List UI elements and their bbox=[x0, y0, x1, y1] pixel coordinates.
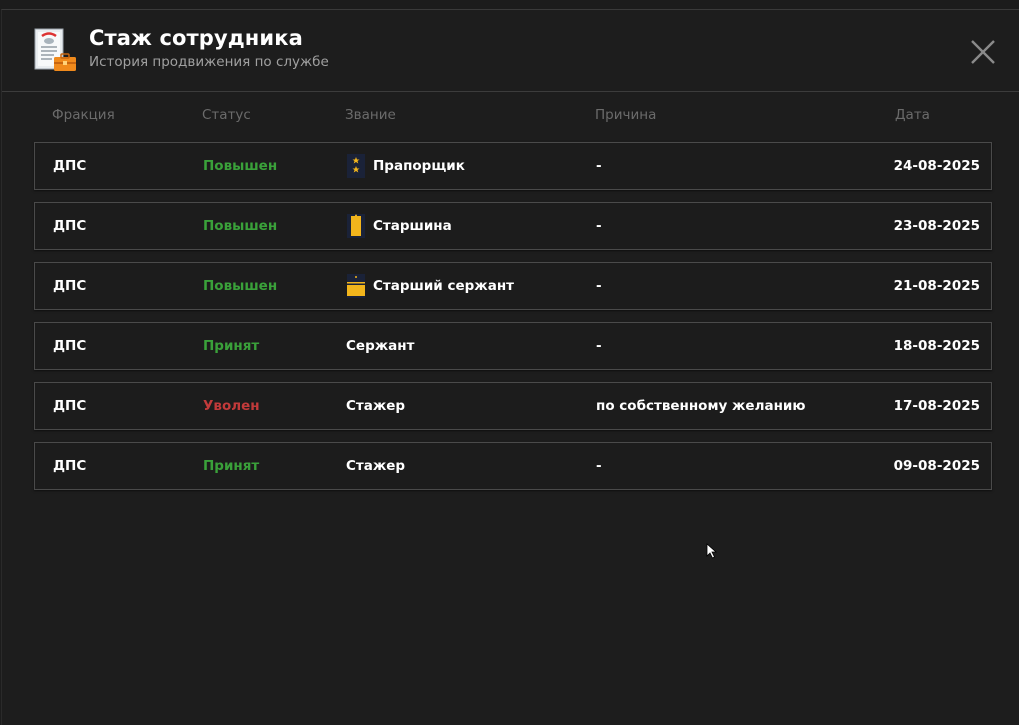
page-title: Стаж сотрудника bbox=[89, 26, 303, 50]
date-cell: 24-08-2025 bbox=[893, 158, 980, 174]
reason-cell: - bbox=[596, 158, 602, 174]
reason-cell: - bbox=[596, 458, 602, 474]
status-cell: Повышен bbox=[203, 278, 278, 294]
table-row: ДПС Повышен Старшина - 23-08-2025 bbox=[34, 202, 992, 250]
page-subtitle: История продвижения по службе bbox=[89, 54, 329, 70]
status-cell: Повышен bbox=[203, 158, 278, 174]
date-cell: 21-08-2025 bbox=[893, 278, 980, 294]
history-table: ДПС Повышен Прапорщик - 24-08-2025 ДПС П… bbox=[34, 142, 992, 502]
column-header-reason: Причина bbox=[595, 107, 657, 123]
status-cell: Уволен bbox=[203, 398, 260, 414]
rank-cell: Стажер bbox=[346, 398, 406, 414]
table-row: ДПС Повышен Прапорщик - 24-08-2025 bbox=[34, 142, 992, 190]
table-row: ДПС Уволен Стажер по собственному желани… bbox=[34, 382, 992, 430]
faction-cell: ДПС bbox=[53, 218, 87, 234]
date-cell: 18-08-2025 bbox=[893, 338, 980, 354]
faction-cell: ДПС bbox=[53, 158, 87, 174]
mouse-cursor-icon bbox=[706, 543, 718, 559]
rank-cell: Сержант bbox=[346, 338, 415, 354]
column-header-date: Дата bbox=[895, 107, 930, 123]
rank-cell: Старшина bbox=[373, 218, 452, 234]
reason-cell: - bbox=[596, 218, 602, 234]
senior-sergeant-insignia-icon bbox=[347, 274, 365, 298]
table-header: Фракция Статус Звание Причина Дата bbox=[2, 107, 1019, 127]
status-cell: Принят bbox=[203, 458, 260, 474]
column-header-status: Статус bbox=[202, 107, 251, 123]
column-header-faction: Фракция bbox=[52, 107, 115, 123]
column-header-rank: Звание bbox=[345, 107, 396, 123]
starshina-insignia-icon bbox=[347, 214, 365, 238]
status-cell: Повышен bbox=[203, 218, 278, 234]
rank-cell: Старший сержант bbox=[373, 278, 514, 294]
date-cell: 09-08-2025 bbox=[893, 458, 980, 474]
praporshchik-insignia-icon bbox=[347, 154, 365, 178]
table-row: ДПС Повышен Старший сержант - 21-08-2025 bbox=[34, 262, 992, 310]
date-cell: 17-08-2025 bbox=[893, 398, 980, 414]
faction-cell: ДПС bbox=[53, 398, 87, 414]
date-cell: 23-08-2025 bbox=[893, 218, 980, 234]
faction-cell: ДПС bbox=[53, 278, 87, 294]
faction-cell: ДПС bbox=[53, 458, 87, 474]
close-icon[interactable] bbox=[968, 37, 998, 67]
table-row: ДПС Принят Стажер - 09-08-2025 bbox=[34, 442, 992, 490]
rank-cell: Прапорщик bbox=[373, 158, 465, 174]
reason-cell: по собственному желанию bbox=[596, 398, 806, 414]
reason-cell: - bbox=[596, 338, 602, 354]
window-header: Стаж сотрудника История продвижения по с… bbox=[2, 10, 1019, 92]
service-record-window: Стаж сотрудника История продвижения по с… bbox=[1, 9, 1019, 725]
rank-cell: Стажер bbox=[346, 458, 406, 474]
document-briefcase-icon bbox=[34, 28, 76, 71]
status-cell: Принят bbox=[203, 338, 260, 354]
table-row: ДПС Принят Сержант - 18-08-2025 bbox=[34, 322, 992, 370]
faction-cell: ДПС bbox=[53, 338, 87, 354]
reason-cell: - bbox=[596, 278, 602, 294]
